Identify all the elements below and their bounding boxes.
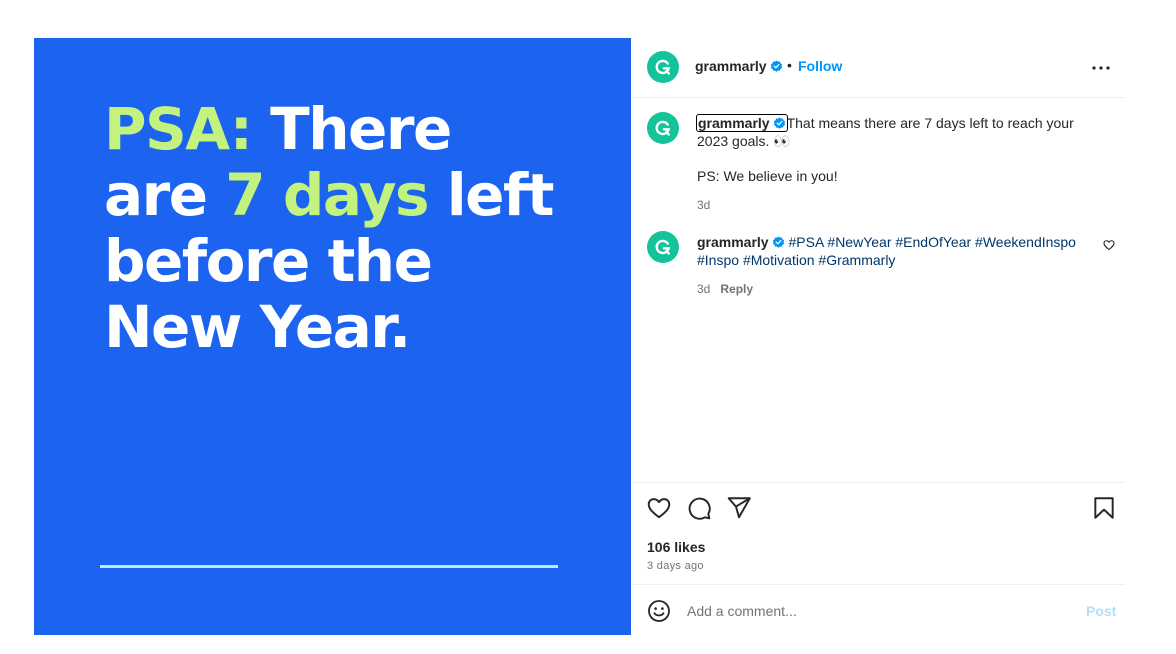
hashtag-link[interactable]: #Grammarly: [818, 252, 895, 268]
post-time-ago[interactable]: 3 days ago: [647, 560, 704, 572]
caption-username-box[interactable]: grammarly: [696, 114, 788, 132]
post-comment-button[interactable]: Post: [1086, 603, 1116, 619]
likes-count[interactable]: 106 likes: [647, 539, 705, 555]
header-username[interactable]: grammarly: [695, 58, 767, 74]
caption-body: grammarly That means there are 7 days lef…: [696, 114, 1087, 214]
hashtag-link[interactable]: #Motivation: [743, 252, 815, 268]
comment-time[interactable]: 3d: [697, 282, 710, 296]
caption-time[interactable]: 3d: [697, 198, 710, 212]
post-side-panel: grammarly • Follow grammarly That means t…: [631, 38, 1125, 635]
follow-button[interactable]: Follow: [798, 58, 842, 74]
post-actions: 106 likes 3 days ago: [631, 482, 1125, 582]
comment-input[interactable]: [687, 598, 1067, 624]
headline-line-3: before the: [104, 227, 433, 295]
grammarly-logo-icon[interactable]: [647, 51, 679, 83]
headline-are: are: [104, 161, 226, 229]
caption-username[interactable]: grammarly: [698, 115, 770, 131]
post-header: grammarly • Follow: [631, 38, 1125, 98]
comment-username[interactable]: grammarly: [697, 234, 769, 250]
more-options-icon[interactable]: [1089, 56, 1113, 80]
add-comment-bar: Post: [631, 584, 1125, 635]
headline-psa: PSA:: [104, 95, 253, 163]
header-username-wrap[interactable]: grammarly: [695, 58, 783, 76]
bookmark-icon[interactable]: [1091, 495, 1117, 521]
caption-meta: 3d: [697, 196, 1087, 214]
hashtag-link[interactable]: #EndOfYear: [895, 234, 971, 250]
hashtag-link[interactable]: #NewYear: [827, 234, 891, 250]
verified-badge-icon: [772, 236, 784, 248]
share-icon[interactable]: [726, 495, 752, 521]
headline-7-days: 7 days: [225, 161, 429, 229]
hashtag-link[interactable]: #Inspo: [697, 252, 739, 268]
comment-meta: 3d Reply: [697, 280, 1087, 298]
header-separator: •: [787, 57, 792, 73]
grammarly-logo-icon[interactable]: [647, 231, 679, 263]
verified-badge-icon: [773, 117, 785, 129]
headline-line-4: New Year.: [104, 293, 411, 361]
hashtag-link[interactable]: #PSA: [788, 234, 823, 250]
comment-like-icon[interactable]: [1103, 239, 1115, 251]
heart-icon[interactable]: [646, 495, 672, 521]
image-headline: PSA: There are 7 days left before the Ne…: [104, 96, 604, 360]
headline-left: left: [428, 161, 555, 229]
image-divider-line: [100, 565, 558, 568]
hashtag-link[interactable]: #WeekendInspo: [975, 234, 1076, 250]
comment-icon[interactable]: [686, 495, 712, 521]
reply-button[interactable]: Reply: [720, 282, 753, 296]
caption-text-ps: PS: We believe in you!: [697, 168, 838, 184]
verified-badge-icon: [770, 60, 782, 72]
post-image: PSA: There are 7 days left before the Ne…: [34, 38, 631, 635]
hashtag-comment-body: grammarly #PSA #NewYear #EndOfYear #Week…: [697, 233, 1087, 298]
emoji-icon[interactable]: [647, 599, 671, 623]
headline-there: There: [251, 95, 452, 163]
grammarly-logo-icon[interactable]: [647, 112, 679, 144]
